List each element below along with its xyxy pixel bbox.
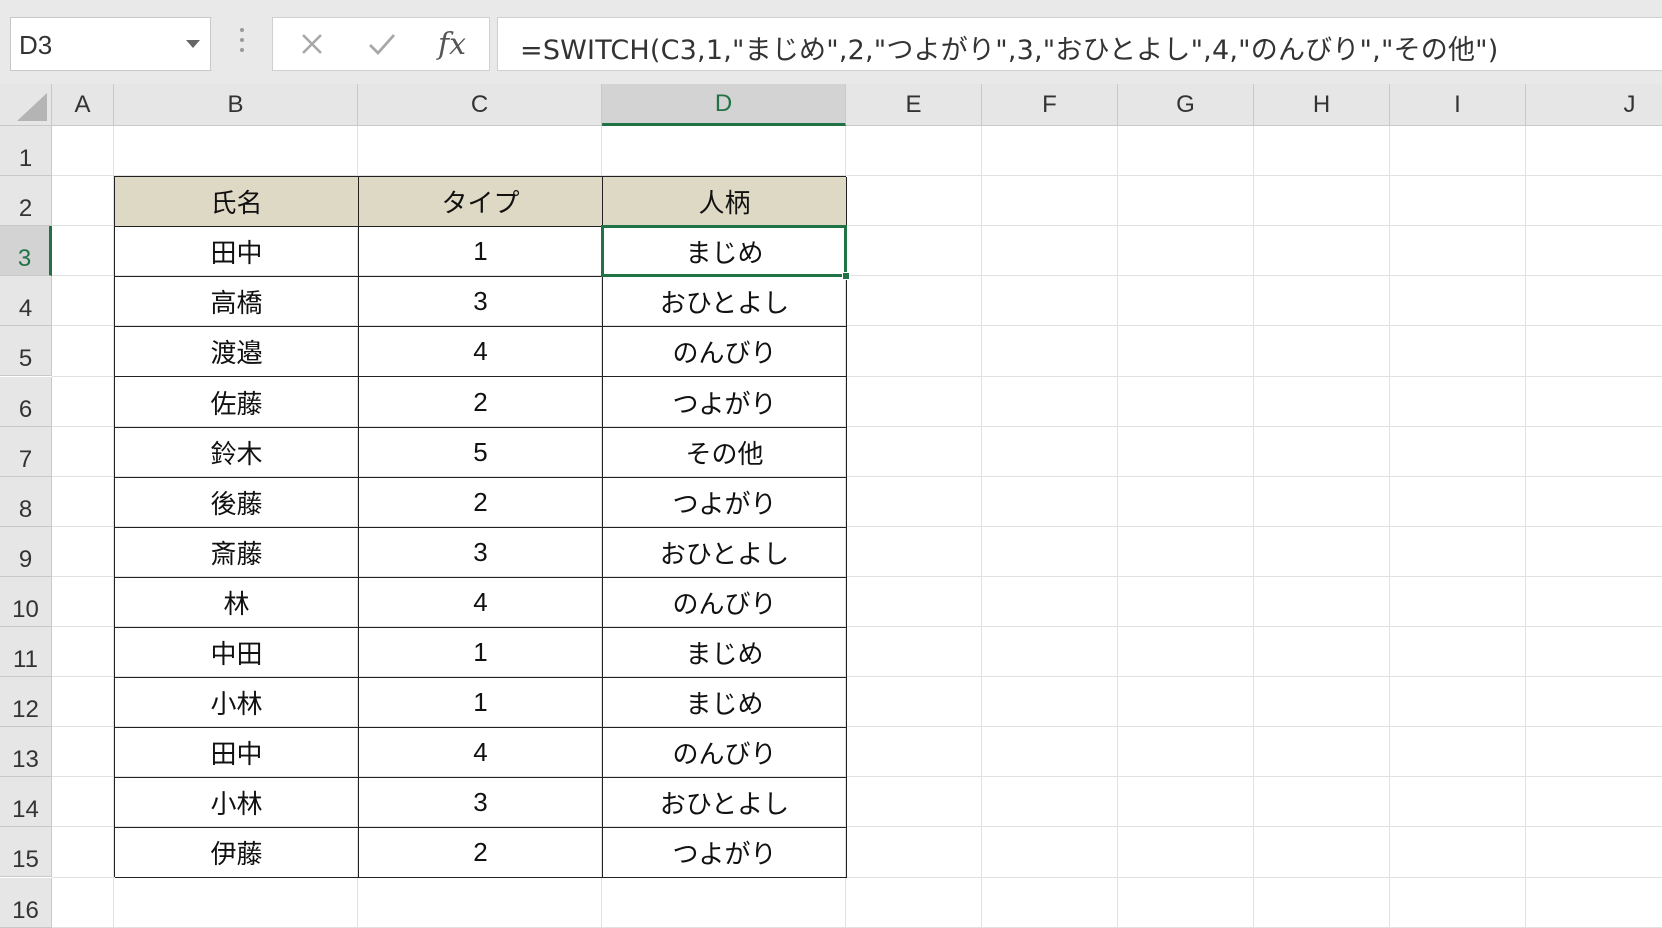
cell-personality[interactable]: おひとよし — [603, 778, 847, 829]
row-header-15[interactable]: 15 — [0, 827, 52, 878]
column-header-f[interactable]: F — [982, 84, 1118, 126]
formula-input[interactable]: =SWITCH(C3,1,"まじめ",2,"つよがり",3,"おひとよし",4,… — [497, 17, 1662, 71]
cell-name[interactable]: 田中 — [115, 227, 359, 278]
row-header-14[interactable]: 14 — [0, 777, 52, 828]
cell-name[interactable]: 佐藤 — [115, 377, 359, 428]
column-header-b[interactable]: B — [114, 84, 358, 126]
cell-type[interactable]: 3 — [359, 277, 603, 328]
column-header-g[interactable]: G — [1118, 84, 1254, 126]
grid-line — [981, 126, 982, 928]
grid-line — [1117, 126, 1118, 928]
column-header-j[interactable]: J — [1526, 84, 1662, 126]
cell-personality[interactable]: おひとよし — [603, 527, 847, 578]
cell-type[interactable]: 4 — [359, 728, 603, 779]
cell-type[interactable]: 2 — [359, 377, 603, 428]
cell-name[interactable]: 小林 — [115, 678, 359, 729]
cell-personality[interactable]: つよがり — [603, 828, 847, 879]
row-header-8[interactable]: 8 — [0, 476, 52, 527]
chevron-down-icon[interactable] — [186, 40, 200, 48]
column-header-a[interactable]: A — [52, 84, 114, 126]
cell-name[interactable]: 高橋 — [115, 277, 359, 328]
cell-personality[interactable]: のんびり — [603, 728, 847, 779]
cancel-icon[interactable] — [277, 18, 347, 70]
grid-line — [1525, 126, 1526, 928]
name-box-value: D3 — [19, 30, 53, 60]
row-header-7[interactable]: 7 — [0, 426, 52, 477]
cell-name[interactable]: 小林 — [115, 778, 359, 829]
formula-text: =SWITCH(C3,1,"まじめ",2,"つよがり",3,"おひとよし",4,… — [520, 35, 1499, 66]
cell-type[interactable]: 1 — [359, 627, 603, 679]
header-cell-name[interactable]: 氏名 — [115, 177, 359, 228]
row-header-4[interactable]: 4 — [0, 276, 52, 327]
cell-type[interactable]: 1 — [359, 227, 603, 278]
grid-line — [1253, 126, 1254, 928]
column-header-c[interactable]: C — [358, 84, 602, 126]
column-header-h[interactable]: H — [1254, 84, 1390, 126]
cell-type[interactable]: 1 — [359, 678, 603, 729]
row-header-2[interactable]: 2 — [0, 176, 52, 227]
name-box[interactable]: D3 — [10, 17, 211, 71]
column-headers: ABCDEFGHIJ — [52, 84, 1662, 126]
row-header-3[interactable]: 3 — [0, 226, 52, 277]
row-header-5[interactable]: 5 — [0, 326, 52, 377]
column-header-e[interactable]: E — [846, 84, 982, 126]
cell-type[interactable]: 3 — [359, 527, 603, 578]
cell-type[interactable]: 2 — [359, 828, 603, 879]
row-header-16[interactable]: 16 — [0, 877, 52, 928]
formula-bar: D3 fx =SWITCH(C3,1,"まじめ",2,"つよがり",3,"おひと… — [0, 0, 1662, 84]
cell-name[interactable]: 伊藤 — [115, 828, 359, 879]
grid-line — [52, 926, 1662, 928]
row-header-10[interactable]: 10 — [0, 576, 52, 627]
cell-personality[interactable]: のんびり — [603, 327, 847, 378]
cell-type[interactable]: 2 — [359, 477, 603, 528]
cell-type[interactable]: 4 — [359, 327, 603, 378]
cell-personality[interactable]: まじめ — [603, 678, 847, 729]
cell-name[interactable]: 斎藤 — [115, 527, 359, 578]
row-header-1[interactable]: 1 — [0, 126, 52, 177]
cell-name[interactable]: 田中 — [115, 728, 359, 779]
column-header-d[interactable]: D — [602, 84, 846, 126]
cell-name[interactable]: 中田 — [115, 627, 359, 679]
formula-buttons: fx — [272, 17, 490, 71]
cell-personality[interactable]: つよがり — [603, 377, 847, 428]
cell-type[interactable]: 5 — [359, 427, 603, 478]
cell-name[interactable]: 林 — [115, 577, 359, 628]
worksheet: ABCDEFGHIJ 1 2 3 4 5 6 7 8 9 10 11 12 13 14 15 16 氏名 タイプ… — [0, 84, 1662, 928]
row-header-13[interactable]: 13 — [0, 727, 52, 778]
fill-handle[interactable] — [842, 272, 850, 281]
row-header-6[interactable]: 6 — [0, 376, 52, 427]
cell-personality[interactable]: その他 — [603, 427, 847, 478]
select-all-button[interactable] — [0, 84, 52, 126]
cell-personality[interactable]: まじめ — [603, 627, 847, 679]
cell-personality[interactable]: のんびり — [603, 577, 847, 628]
cell-name[interactable]: 渡邉 — [115, 327, 359, 378]
row-header-12[interactable]: 12 — [0, 677, 52, 728]
check-icon[interactable] — [347, 18, 417, 70]
data-table: 氏名 タイプ 人柄 田中 1 まじめ 高橋 3 おひとよし 渡邉 4 のんびり 佐藤 2 つよがり 鈴木 5 その… — [114, 176, 847, 879]
insert-function-icon[interactable]: fx — [417, 18, 487, 70]
row-header-9[interactable]: 9 — [0, 526, 52, 577]
formula-bar-resize-handle[interactable] — [238, 28, 246, 58]
row-header-11[interactable]: 11 — [0, 627, 52, 678]
cell-name[interactable]: 鈴木 — [115, 427, 359, 478]
column-header-i[interactable]: I — [1390, 84, 1526, 126]
cell-personality[interactable]: つよがり — [603, 477, 847, 528]
header-cell-personality[interactable]: 人柄 — [603, 177, 847, 228]
cell-type[interactable]: 3 — [359, 778, 603, 829]
cell-personality[interactable]: まじめ — [603, 227, 847, 278]
cell-name[interactable]: 後藤 — [115, 477, 359, 528]
header-cell-type[interactable]: タイプ — [359, 177, 603, 228]
grid-line — [1389, 126, 1390, 928]
cell-type[interactable]: 4 — [359, 577, 603, 628]
cell-personality[interactable]: おひとよし — [603, 277, 847, 328]
